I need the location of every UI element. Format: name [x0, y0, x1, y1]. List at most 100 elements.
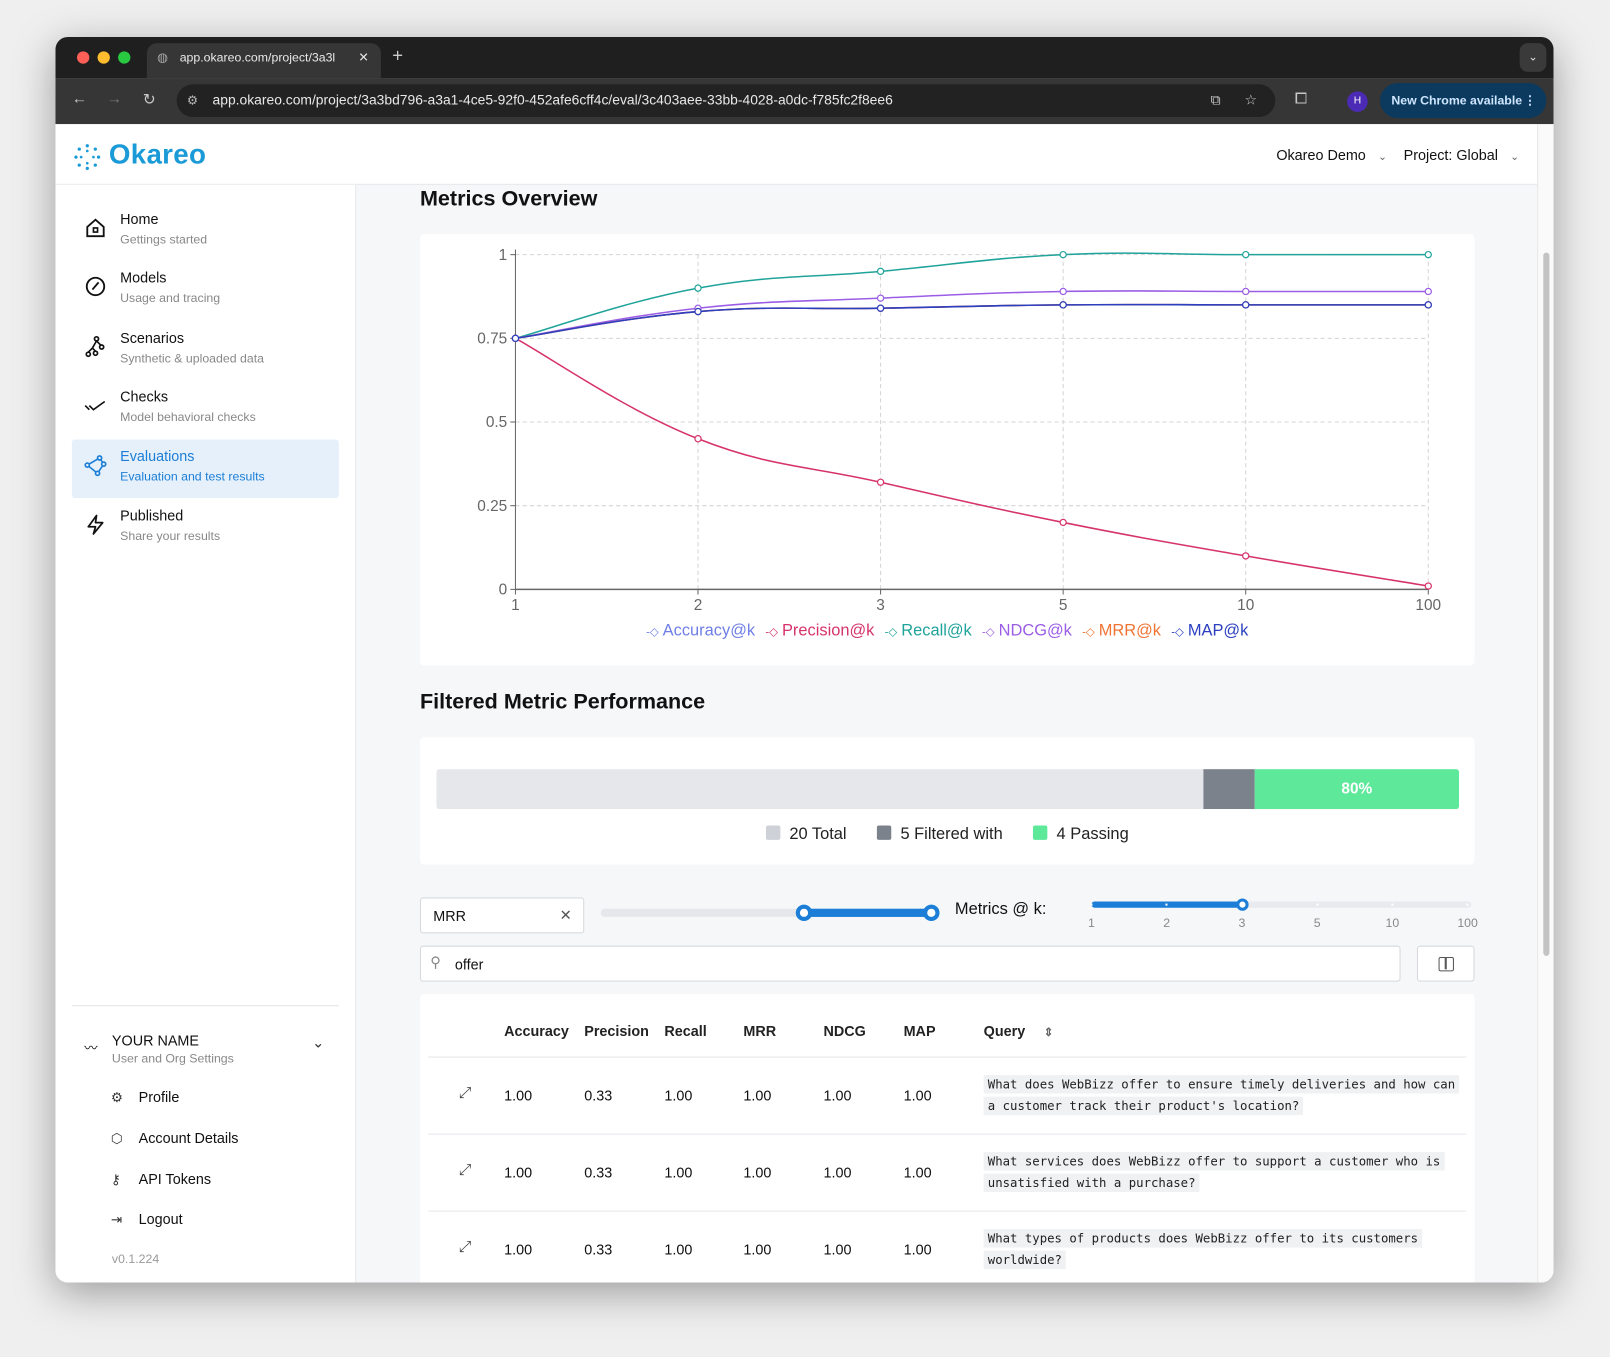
site-settings-icon[interactable]: ⚙	[187, 84, 198, 117]
cell-ndcg: 1.00	[823, 1087, 852, 1104]
menu-item-logout[interactable]: ⇥ Logout	[111, 1211, 183, 1228]
menu-item-profile[interactable]: ⚙ Profile	[111, 1088, 179, 1105]
activity-icon: 〰	[84, 1040, 98, 1056]
legend-label: 4 Passing	[1056, 825, 1129, 844]
sidebar-item-evaluations[interactable]: Evaluations Evaluation and test results	[71, 439, 339, 498]
legend-total: 20 Total	[765, 825, 847, 844]
column-header-ndcg[interactable]: NDCG	[823, 1023, 865, 1039]
menu-label: Profile	[138, 1088, 180, 1105]
legend-label: 5 Filtered with	[900, 825, 1003, 844]
x-tick-label: 5	[1059, 597, 1068, 614]
kebab-menu-icon[interactable]: ⋮	[1524, 83, 1536, 118]
sidebar-item-scenarios[interactable]: Scenarios Synthetic & uploaded data	[72, 321, 339, 380]
k-tick-mark	[1316, 903, 1319, 906]
k-tick-label: 3	[1238, 915, 1246, 931]
legend-item[interactable]: -◇ MAP@k	[1171, 622, 1248, 639]
expand-icon[interactable]: ⤢	[459, 1161, 471, 1178]
sidebar-item-checks[interactable]: Checks Model behavioral checks	[72, 380, 339, 439]
legend-marker-icon: -◇	[1171, 626, 1184, 639]
legend-item[interactable]: -◇ Precision@k	[765, 622, 874, 639]
browser-tab[interactable]: ◍ app.okareo.com/project/3a3l ✕	[146, 43, 381, 79]
k-slider-handle[interactable]	[1235, 898, 1249, 911]
sidebar-item-published[interactable]: Published Share your results	[72, 499, 339, 558]
sidebar-item-home[interactable]: Home Gettings started	[72, 202, 339, 261]
data-point	[1059, 301, 1067, 309]
search-input[interactable]: ⚲ offer	[419, 945, 1401, 982]
k-tick-label: 100	[1457, 915, 1478, 931]
back-icon[interactable]: ←	[72, 90, 87, 107]
profile-avatar[interactable]: H	[1347, 91, 1368, 112]
range-handle-max[interactable]	[923, 904, 940, 922]
threshold-range-slider[interactable]	[600, 904, 940, 922]
menu-item-account-details[interactable]: ⬡ Account Details	[111, 1129, 239, 1146]
data-point	[1242, 287, 1250, 296]
legend-item[interactable]: -◇ Recall@k	[885, 622, 972, 639]
bookmark-star-icon[interactable]: ☆	[1244, 84, 1256, 117]
expand-icon[interactable]: ⤢	[459, 1238, 471, 1255]
metric-filter-input[interactable]: MRR ✕	[419, 897, 585, 934]
cell-query: What does WebBizz offer to ensure timely…	[983, 1074, 1460, 1117]
cell-precision: 0.33	[584, 1241, 613, 1258]
k-tick-label: 2	[1163, 915, 1171, 931]
scrollbar[interactable]	[1537, 124, 1554, 1283]
cell-mrr: 1.00	[743, 1241, 772, 1258]
okareo-logo-icon	[74, 144, 101, 171]
open-external-icon[interactable]: ⧉	[1211, 84, 1221, 117]
org-selector[interactable]: Okareo Demo ⌄	[1276, 147, 1386, 163]
legend-label: Accuracy@k	[662, 622, 756, 640]
chevron-down-icon: ⌄	[1378, 151, 1387, 164]
chart-legend: -◇ Accuracy@k -◇ Precision@k -◇ Recall@k -◇ NDC…	[420, 622, 1475, 640]
legend-item[interactable]: -◇ MRR@k	[1082, 622, 1161, 639]
k-slider[interactable]: 1 2 3 5 10 100	[1088, 898, 1478, 930]
minimize-window-button[interactable]	[97, 51, 110, 64]
close-tab-icon[interactable]: ✕	[358, 43, 368, 72]
tab-search-button[interactable]: ⌄	[1519, 43, 1547, 72]
column-header-recall[interactable]: Recall	[664, 1023, 706, 1039]
user-menu-toggle[interactable]: 〰 YOUR NAME User and Org Settings ⌄	[72, 1027, 339, 1073]
extensions-icon[interactable]: ⧠	[1295, 90, 1307, 107]
clear-icon[interactable]: ✕	[560, 907, 572, 924]
legend-item[interactable]: -◇ Accuracy@k	[646, 622, 755, 639]
maximize-window-button[interactable]	[118, 51, 131, 64]
new-chrome-button[interactable]: New Chrome available ⋮	[1380, 83, 1547, 119]
table-row[interactable]: ⤢ 1.00 0.33 1.00 1.00 1.00 1.00 What types of p…	[420, 1211, 1475, 1283]
scrollbar-thumb[interactable]	[1543, 252, 1550, 956]
range-handle-min[interactable]	[795, 904, 813, 922]
y-tick-label: 1	[499, 247, 508, 264]
columns-toggle-button[interactable]	[1416, 945, 1475, 982]
table-row[interactable]: ⤢ 1.00 0.33 1.00 1.00 1.00 1.00 What services d…	[420, 1134, 1475, 1211]
sidebar-item-models[interactable]: Models Usage and tracing	[72, 261, 339, 320]
k-tick-label: 1	[1088, 915, 1095, 931]
legend-label: Precision@k	[781, 622, 875, 640]
data-point	[876, 267, 885, 276]
reload-icon[interactable]: ↻	[143, 90, 156, 108]
forward-icon[interactable]: →	[107, 90, 122, 107]
table-row[interactable]: ⤢ 1.00 0.33 1.00 1.00 1.00 1.00 What does WebBi…	[420, 1057, 1475, 1134]
expand-icon[interactable]: ⤢	[459, 1084, 471, 1101]
menu-item-api-tokens[interactable]: ⚷ API Tokens	[111, 1171, 211, 1188]
legend-marker-icon: -◇	[982, 626, 995, 639]
new-chrome-label: New Chrome available	[1391, 93, 1523, 108]
legend-filtered: 5 Filtered with	[876, 825, 1003, 844]
cell-precision: 0.33	[584, 1087, 613, 1104]
close-window-button[interactable]	[77, 51, 90, 64]
data-point	[1424, 287, 1432, 296]
nav-sublabel: Share your results	[120, 528, 221, 544]
address-bar[interactable]: ⚙ app.okareo.com/project/3a3bd796-a3a1-4…	[176, 84, 1276, 118]
bar-segment-total	[436, 769, 1204, 810]
column-header-map[interactable]: MAP	[904, 1023, 936, 1039]
project-selector[interactable]: Project: Global ⌄	[1404, 147, 1519, 163]
logout-icon: ⇥	[110, 1211, 123, 1228]
legend-item[interactable]: -◇ NDCG@k	[982, 622, 1072, 639]
column-header-accuracy[interactable]: Accuracy	[504, 1023, 569, 1039]
column-header-mrr[interactable]: MRR	[743, 1023, 776, 1039]
new-tab-button[interactable]: +	[392, 45, 403, 67]
column-header-precision[interactable]: Precision	[584, 1023, 649, 1039]
series-line-recallk	[515, 252, 1429, 340]
cell-mrr: 1.00	[743, 1087, 772, 1104]
k-label: Metrics @ k:	[954, 900, 1047, 918]
cell-accuracy: 1.00	[504, 1087, 533, 1104]
column-header-query[interactable]: Query ⇕	[984, 1023, 1054, 1039]
cell-recall: 1.00	[664, 1087, 693, 1104]
menu-label: Logout	[138, 1210, 183, 1228]
